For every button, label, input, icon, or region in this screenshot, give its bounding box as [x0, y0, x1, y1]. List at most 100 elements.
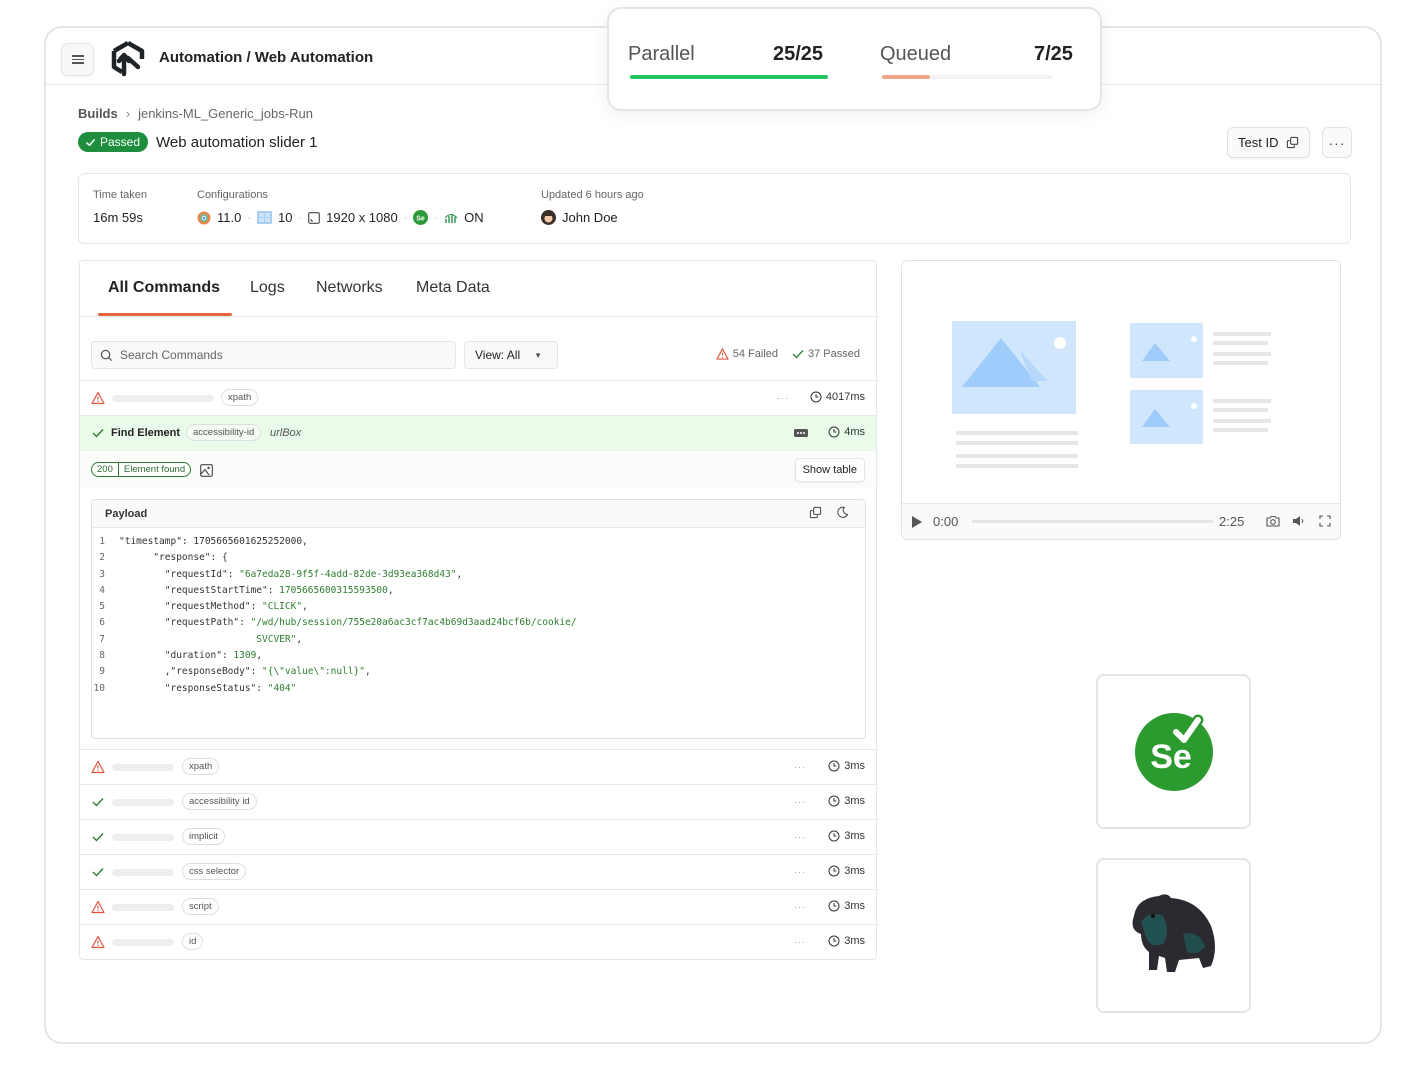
view-select[interactable]: View: All ▼	[464, 341, 558, 369]
browser-version: 11.0	[217, 210, 242, 225]
queued-label: Queued	[880, 43, 952, 65]
network-icon	[444, 213, 458, 223]
more-icon[interactable]: ···	[794, 937, 806, 947]
tab-meta-data[interactable]: Meta Data	[416, 279, 490, 297]
screenshot-icon[interactable]	[200, 464, 213, 477]
search-placeholder: Search Commands	[120, 348, 223, 362]
more-options-button[interactable]: ···	[1322, 127, 1352, 158]
warning-icon	[91, 935, 105, 949]
configurations: Configurations 11.0 · 10 · 1920 x 1080 ·…	[197, 189, 484, 225]
code-value: 1705665601625252000	[193, 536, 303, 547]
updated: Updated 6 hours ago John Doe	[541, 189, 644, 225]
code-end: ,	[302, 536, 308, 547]
menu-button[interactable]	[61, 43, 94, 76]
build-info-card: Time taken 16m 59s Configurations 11.0 ·…	[78, 173, 1351, 244]
page-title: Web automation slider 1	[156, 133, 318, 151]
code-value: {	[221, 552, 228, 564]
user-info: John Doe	[541, 210, 644, 225]
check-icon	[92, 833, 104, 842]
payload-panel: Payload 1 "timestamp": 170566560162525200…	[91, 499, 866, 739]
app-title: Automation / Web Automation	[159, 49, 374, 66]
more-icon[interactable]: ···	[794, 797, 806, 807]
queued-value: 7/25	[1034, 43, 1073, 65]
command-row[interactable]: id ··· 3ms	[80, 924, 876, 959]
code-key: "requestMethod"	[164, 601, 251, 613]
video-player: 0:00 2:25	[901, 260, 1341, 540]
command-row[interactable]: script ··· 3ms	[80, 889, 876, 924]
breadcrumb-current[interactable]: jenkins-ML_Generic_jobs-Run	[138, 106, 313, 121]
test-id-button[interactable]: Test ID	[1227, 127, 1311, 158]
logo-icon	[111, 41, 145, 77]
check-icon	[92, 429, 104, 438]
code-key: ,"responseBody"	[164, 666, 251, 678]
queued-progress-fill	[882, 75, 930, 79]
current-time: 0:00	[933, 514, 959, 529]
locator-pill: xpath	[221, 389, 259, 406]
code-value: "{\"value\":null}"	[262, 666, 365, 678]
breadcrumb-builds[interactable]: Builds	[78, 106, 118, 121]
more-icon[interactable]: ···	[777, 393, 789, 403]
avatar	[541, 210, 556, 225]
more-icon[interactable]: ···	[794, 832, 806, 842]
payload-actions	[809, 506, 849, 519]
show-table-button[interactable]: Show table	[794, 458, 865, 482]
line-number: 2	[99, 552, 105, 564]
line-number: 8	[99, 650, 105, 662]
payload-header: Payload	[92, 500, 865, 528]
command-detail: 200 Element found Show table	[80, 450, 876, 488]
code-line: 8 "duration": 1309,	[92, 650, 865, 666]
tab-logs[interactable]: Logs	[250, 279, 285, 297]
duration: 3ms	[828, 760, 865, 772]
tab-networks[interactable]: Networks	[316, 279, 383, 297]
tab-all-commands[interactable]: All Commands	[108, 279, 220, 297]
code-end: ,	[387, 584, 394, 596]
duration-value: 4ms	[844, 426, 865, 438]
search-input[interactable]: Search Commands	[91, 341, 456, 369]
browser-icon	[197, 211, 211, 224]
copy-icon[interactable]	[809, 506, 822, 519]
response-code: 200	[97, 464, 113, 475]
camera-icon[interactable]	[1266, 515, 1280, 527]
clock-icon	[828, 935, 840, 947]
windows-icon	[257, 211, 273, 224]
video-progress-bar[interactable]	[972, 520, 1213, 523]
duration: 3ms	[828, 935, 865, 947]
theme-toggle-icon[interactable]	[836, 506, 849, 519]
command-row[interactable]: css selector ··· 3ms	[80, 854, 876, 889]
command-row[interactable]: implicit ··· 3ms	[80, 819, 876, 854]
concurrency-card: Parallel 25/25 Queued 7/25	[607, 7, 1102, 111]
play-icon[interactable]	[912, 516, 922, 528]
line-number: 5	[99, 601, 105, 613]
parallel-label: Parallel	[628, 43, 695, 65]
locator-pill: xpath	[182, 758, 220, 775]
command-row[interactable]: xpath ··· 3ms	[80, 749, 876, 784]
code-separator: :	[250, 666, 263, 678]
video-controls: 0:00 2:25	[902, 503, 1340, 539]
more-icon[interactable]: ···	[794, 867, 806, 877]
command-row[interactable]: xpath ··· 4017ms	[80, 380, 876, 415]
tab-bar: All Commands Logs Networks Meta Data	[80, 261, 876, 317]
code-line: 3 "requestId": "6a7eda28-9f5f-4add-82de-…	[92, 569, 865, 585]
active-tab-indicator	[98, 313, 232, 316]
code-line: 10 "responseStatus": "404"	[92, 683, 865, 699]
command-row[interactable]: accessibility id ··· 3ms	[80, 784, 876, 819]
volume-icon[interactable]	[1292, 515, 1306, 527]
duration: 4017ms	[810, 391, 865, 403]
code-value: 1705665600315593500	[279, 584, 388, 596]
parallel-progress	[630, 75, 828, 79]
more-icon[interactable]: ···	[794, 902, 806, 912]
code-separator: :	[181, 536, 194, 547]
commands-panel: All Commands Logs Networks Meta Data Sea…	[79, 260, 877, 960]
fullscreen-icon[interactable]	[1319, 515, 1331, 527]
duration-value: 3ms	[844, 900, 865, 912]
test-id-label: Test ID	[1238, 135, 1279, 150]
command-row-selected[interactable]: Find Element accessibility-id urlBox 4ms	[80, 415, 876, 450]
more-icon[interactable]	[794, 429, 808, 437]
command-name-placeholder	[112, 869, 174, 876]
command-stats: 54 Failed 37 Passed	[716, 348, 860, 360]
more-icon[interactable]: ···	[794, 762, 806, 772]
command-name-placeholder	[112, 764, 174, 771]
